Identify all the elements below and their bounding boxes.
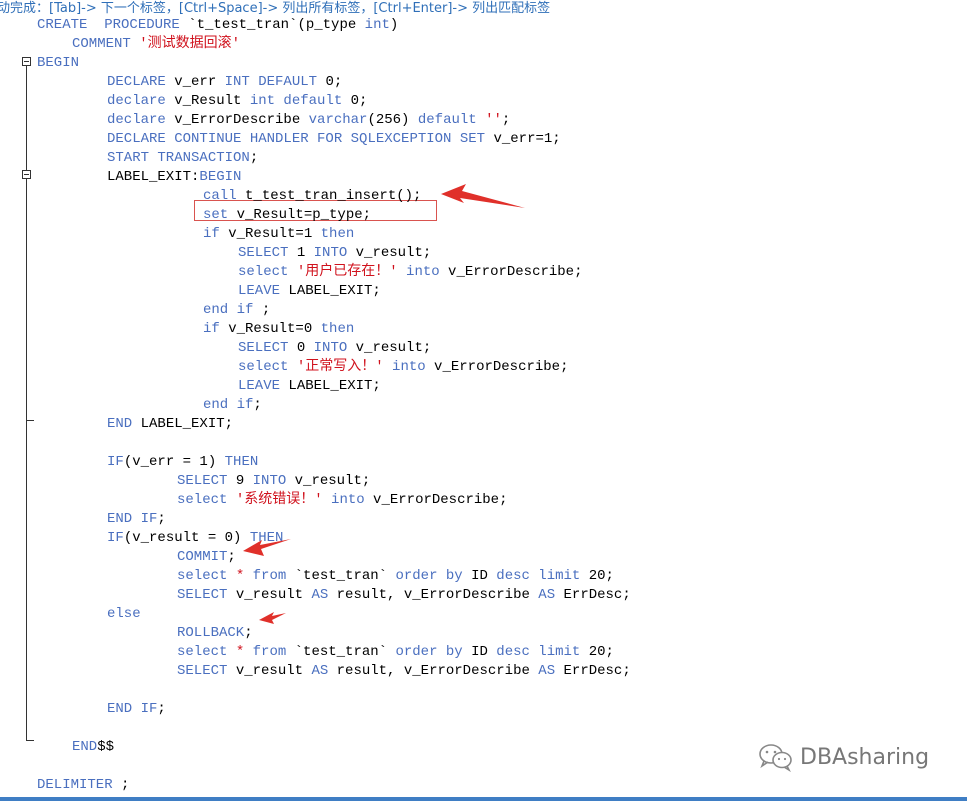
fold-toggle-begin-icon[interactable] bbox=[22, 57, 31, 66]
fold-line-begin bbox=[26, 66, 27, 740]
code-line-35: END IF; bbox=[107, 701, 166, 717]
watermark: DBAsharing bbox=[758, 742, 929, 772]
code-line-4: DECLARE v_err INT DEFAULT 0; bbox=[107, 74, 343, 90]
code-line-6: declare v_ErrorDescribe varchar(256) def… bbox=[107, 112, 511, 128]
code-line-2: COMMENT '测试数据回滚' bbox=[72, 36, 241, 52]
bottom-scrollbar[interactable] bbox=[0, 797, 967, 801]
code-line-16: end if ; bbox=[203, 302, 271, 318]
code-line-3: BEGIN bbox=[37, 55, 80, 71]
code-line-22: END LABEL_EXIT; bbox=[107, 416, 234, 432]
fold-end-tick bbox=[26, 740, 34, 741]
watermark-text: DBAsharing bbox=[800, 744, 930, 770]
code-line-25: select '系统错误！' into v_ErrorDescribe; bbox=[177, 492, 508, 508]
fold-toggle-label-exit-icon[interactable] bbox=[22, 170, 31, 179]
code-line-26: END IF; bbox=[107, 511, 166, 527]
sql-editor[interactable]: CREATE PROCEDURE `t_test_tran`(p_type in… bbox=[0, 16, 967, 796]
code-line-37: DELIMITER ; bbox=[37, 777, 130, 793]
code-line-23: IF(v_err = 1) THEN bbox=[107, 454, 259, 470]
code-line-20: LEAVE LABEL_EXIT; bbox=[238, 378, 381, 394]
code-line-10: call t_test_tran_insert(); bbox=[203, 188, 422, 204]
code-line-8: START TRANSACTION; bbox=[107, 150, 259, 166]
code-line-15: LEAVE LABEL_EXIT; bbox=[238, 283, 381, 299]
fold-label-exit-end-tick bbox=[27, 420, 34, 421]
code-line-14: select '用户已存在！' into v_ErrorDescribe; bbox=[238, 264, 583, 280]
code-line-31: else bbox=[107, 606, 141, 622]
code-line-7: DECLARE CONTINUE HANDLER FOR SQLEXCEPTIO… bbox=[107, 131, 561, 147]
code-line-30: SELECT v_result AS result, v_ErrorDescri… bbox=[177, 587, 631, 603]
code-line-32: ROLLBACK; bbox=[177, 625, 253, 641]
code-line-9: LABEL_EXIT:BEGIN bbox=[107, 169, 242, 185]
code-line-13: SELECT 1 INTO v_result; bbox=[238, 245, 432, 261]
code-line-1: CREATE PROCEDURE `t_test_tran`(p_type in… bbox=[37, 17, 399, 33]
code-line-17: if v_Result=0 then bbox=[203, 321, 355, 337]
code-line-36: END$$ bbox=[72, 739, 115, 755]
code-line-21: end if; bbox=[203, 397, 262, 413]
code-line-29: select * from `test_tran` order by ID de… bbox=[177, 568, 614, 584]
code-line-27: IF(v_result = 0) THEN bbox=[107, 530, 284, 546]
code-line-24: SELECT 9 INTO v_result; bbox=[177, 473, 371, 489]
code-line-19: select '正常写入！' into v_ErrorDescribe; bbox=[238, 359, 569, 375]
code-line-12: if v_Result=1 then bbox=[203, 226, 355, 242]
code-line-5: declare v_Result int default 0; bbox=[107, 93, 368, 109]
wechat-icon bbox=[759, 744, 792, 772]
code-line-28: COMMIT; bbox=[177, 549, 236, 565]
code-line-34: SELECT v_result AS result, v_ErrorDescri… bbox=[177, 663, 631, 679]
code-line-11: set v_Result=p_type; bbox=[203, 207, 372, 223]
code-line-18: SELECT 0 INTO v_result; bbox=[238, 340, 432, 356]
code-line-33: select * from `test_tran` order by ID de… bbox=[177, 644, 614, 660]
hint-text: 动完成：[Tab]-> 下一个标签，[Ctrl+Space]-> 列出所有标签，… bbox=[0, 1, 551, 16]
